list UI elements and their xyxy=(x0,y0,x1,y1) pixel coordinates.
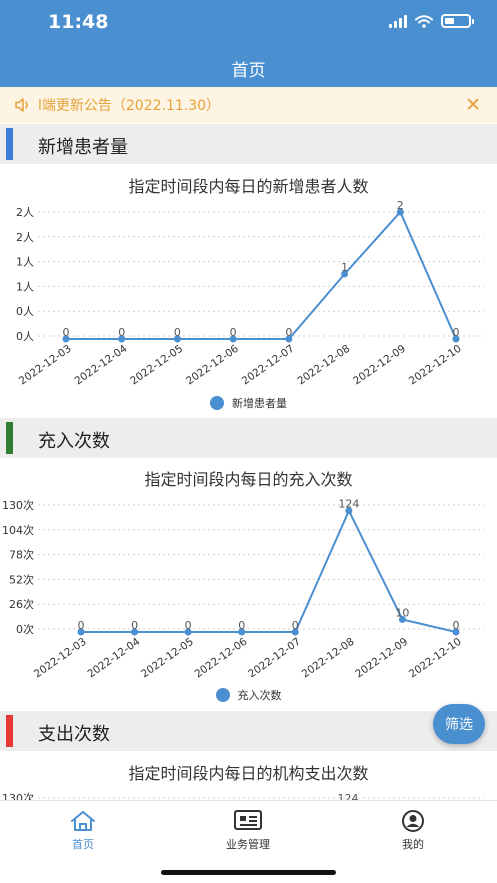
data-label: 0 xyxy=(285,326,292,339)
x-tick-label: 2022-12-08 xyxy=(295,343,352,388)
home-indicator xyxy=(161,870,336,875)
y-tick-label: 26次 xyxy=(9,597,34,611)
data-label: 0 xyxy=(63,326,70,339)
section-accent-bar xyxy=(6,128,13,160)
section-title: 充入次数 xyxy=(38,431,110,452)
x-tick-label: 2022-12-03 xyxy=(32,636,89,681)
close-icon[interactable]: ✕ xyxy=(465,96,481,115)
top-bar: 11:48 首页 xyxy=(0,0,497,87)
data-label: 0 xyxy=(118,326,125,339)
notice-text: l端更新公告（2022.11.30） xyxy=(38,98,221,114)
new-patients-chart: 2人 2人 1人 1人 0人 0人 0 0 0 0 0 1 2 0 2022-12-032022-12-04… xyxy=(16,199,484,388)
x-tick-label: 2022-12-10 xyxy=(407,343,464,388)
chart-title: 指定时间段内每日的机构支出次数 xyxy=(128,764,369,783)
status-icons xyxy=(389,14,474,28)
data-label: 0 xyxy=(78,619,85,632)
signal-icon xyxy=(389,14,407,28)
x-tick-label: 2022-12-07 xyxy=(246,636,303,681)
data-label: 0 xyxy=(453,619,460,632)
legend-label: 充入次数 xyxy=(237,689,282,702)
legend-marker xyxy=(210,396,224,410)
data-label: 2 xyxy=(397,199,404,212)
data-label: 0 xyxy=(230,326,237,339)
y-tick-label: 2人 xyxy=(16,206,34,219)
y-tick-label: 0人 xyxy=(16,330,34,343)
tab-label: 业务管理 xyxy=(226,838,270,851)
y-tick-label: 0人 xyxy=(16,305,34,318)
section-header-expense: 支出次数 xyxy=(0,711,497,751)
notice-bar[interactable]: l端更新公告（2022.11.30） ✕ xyxy=(0,87,497,123)
legend-label: 新增患者量 xyxy=(232,397,287,410)
section-accent-bar xyxy=(6,715,13,747)
x-tick-label: 2022-12-04 xyxy=(85,635,142,680)
y-tick-label: 78次 xyxy=(9,548,34,562)
status-time: 11:48 xyxy=(48,11,109,33)
y-tick-label: 0次 xyxy=(16,622,34,636)
tab-home[interactable]: 首页 xyxy=(23,809,143,852)
x-tick-label: 2022-12-05 xyxy=(128,343,185,388)
x-tick-label: 2022-12-09 xyxy=(351,343,408,388)
legend-marker xyxy=(215,688,230,702)
x-tick-label: 2022-12-06 xyxy=(184,342,241,387)
series-line xyxy=(66,210,457,340)
x-tick-label: 2022-12-03 xyxy=(17,343,74,388)
data-label: 0 xyxy=(185,619,192,632)
chart-title: 指定时间段内每日的新增患者人数 xyxy=(128,177,369,196)
y-tick-label: 1人 xyxy=(16,256,34,269)
data-label: 0 xyxy=(453,326,460,339)
section-header-new-patients: 新增患者量 xyxy=(0,124,497,164)
chart-legend[interactable]: 新增患者量 xyxy=(0,395,497,411)
speaker-icon xyxy=(15,98,28,112)
data-label: 1 xyxy=(341,261,348,274)
section-title: 支出次数 xyxy=(38,724,110,745)
section-accent-bar xyxy=(6,422,13,454)
x-tick-label: 2022-12-10 xyxy=(407,636,464,681)
x-tick-label: 2022-12-08 xyxy=(300,636,357,681)
x-tick-label: 2022-12-04 xyxy=(73,342,130,387)
business-icon xyxy=(234,810,262,830)
filter-button[interactable]: 筛选 xyxy=(433,704,485,744)
x-tick-label: 2022-12-05 xyxy=(139,636,196,681)
y-tick-label: 104次 xyxy=(2,523,34,537)
tab-label: 首页 xyxy=(72,838,94,851)
y-tick-label: 130次 xyxy=(2,498,34,512)
data-label: 0 xyxy=(238,619,245,632)
data-label: 10 xyxy=(395,606,409,619)
chart-legend[interactable]: 充入次数 xyxy=(0,687,497,703)
x-tick-label: 2022-12-07 xyxy=(240,343,297,388)
section-title: 新增患者量 xyxy=(38,137,128,158)
data-label: 0 xyxy=(174,326,181,339)
data-label: 0 xyxy=(131,619,138,632)
y-tick-label: 52次 xyxy=(9,572,34,586)
data-label: 0 xyxy=(292,619,299,632)
page-title: 首页 xyxy=(231,61,266,81)
tab-business[interactable]: 业务管理 xyxy=(188,809,308,852)
wifi-icon xyxy=(415,14,433,28)
battery-icon xyxy=(441,14,474,28)
recharge-chart: 130次 104次 78次 52次 26次 0次 0 0 0 0 0 124 10 0 2022-12-03… xyxy=(2,498,484,681)
chart-title: 指定时间段内每日的充入次数 xyxy=(144,470,353,489)
section-header-recharge: 充入次数 xyxy=(0,418,497,458)
data-label: 124 xyxy=(338,498,359,511)
y-tick-label: 2人 xyxy=(16,231,34,244)
x-tick-label: 2022-12-06 xyxy=(193,635,250,680)
home-icon xyxy=(71,811,95,831)
tab-profile[interactable]: 我的 xyxy=(353,809,473,852)
profile-icon xyxy=(402,810,424,832)
x-tick-label: 2022-12-09 xyxy=(353,636,410,681)
tab-label: 我的 xyxy=(402,838,424,851)
y-tick-label: 1人 xyxy=(16,280,34,293)
